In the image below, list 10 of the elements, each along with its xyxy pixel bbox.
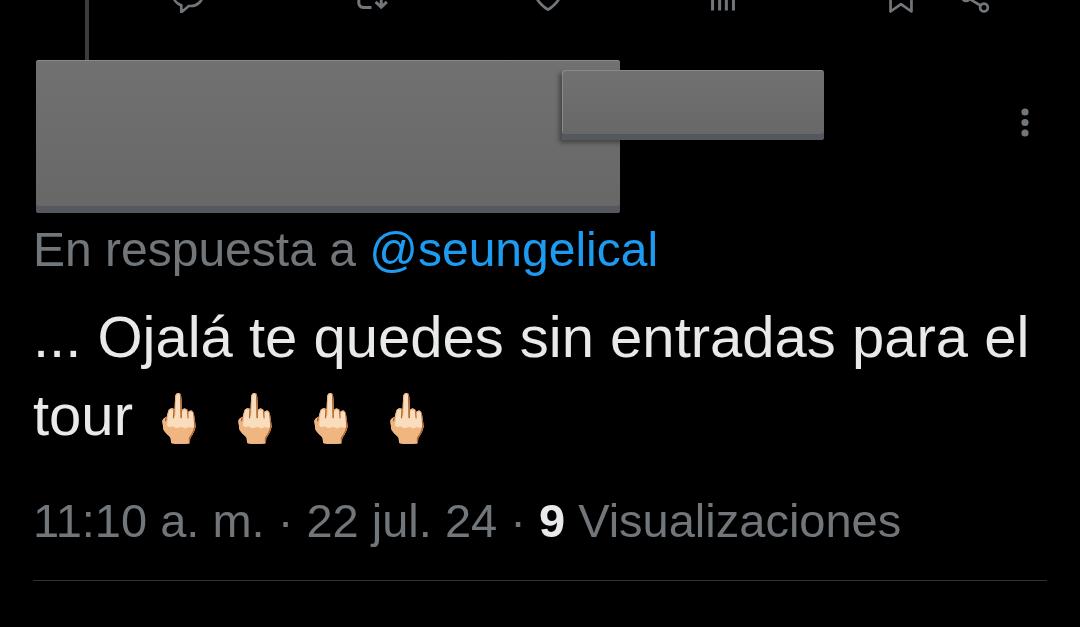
middle-finger-emoji-icon: 🖕🏻 [301, 392, 362, 445]
tweet-text: ... Ojalá te quedes sin entradas para el tour 🖕🏻 🖕🏻 🖕🏻 🖕🏻 [33, 303, 1031, 449]
middle-finger-emoji-icon: 🖕🏻 [225, 392, 286, 445]
tweet-meta: 11:10 a. m. · 22 jul. 24 · 9 Visualizaciones [33, 494, 903, 547]
reply-icon[interactable] [170, 0, 206, 13]
reply-context: En respuesta a @seungelical [33, 222, 660, 278]
middle-finger-emoji-icon: 🖕🏻 [377, 392, 438, 445]
middle-finger-emoji-icon: 🖕🏻 [149, 392, 210, 445]
more-options-icon[interactable] [1020, 107, 1030, 138]
mention-link[interactable]: @seungelical [369, 223, 659, 276]
